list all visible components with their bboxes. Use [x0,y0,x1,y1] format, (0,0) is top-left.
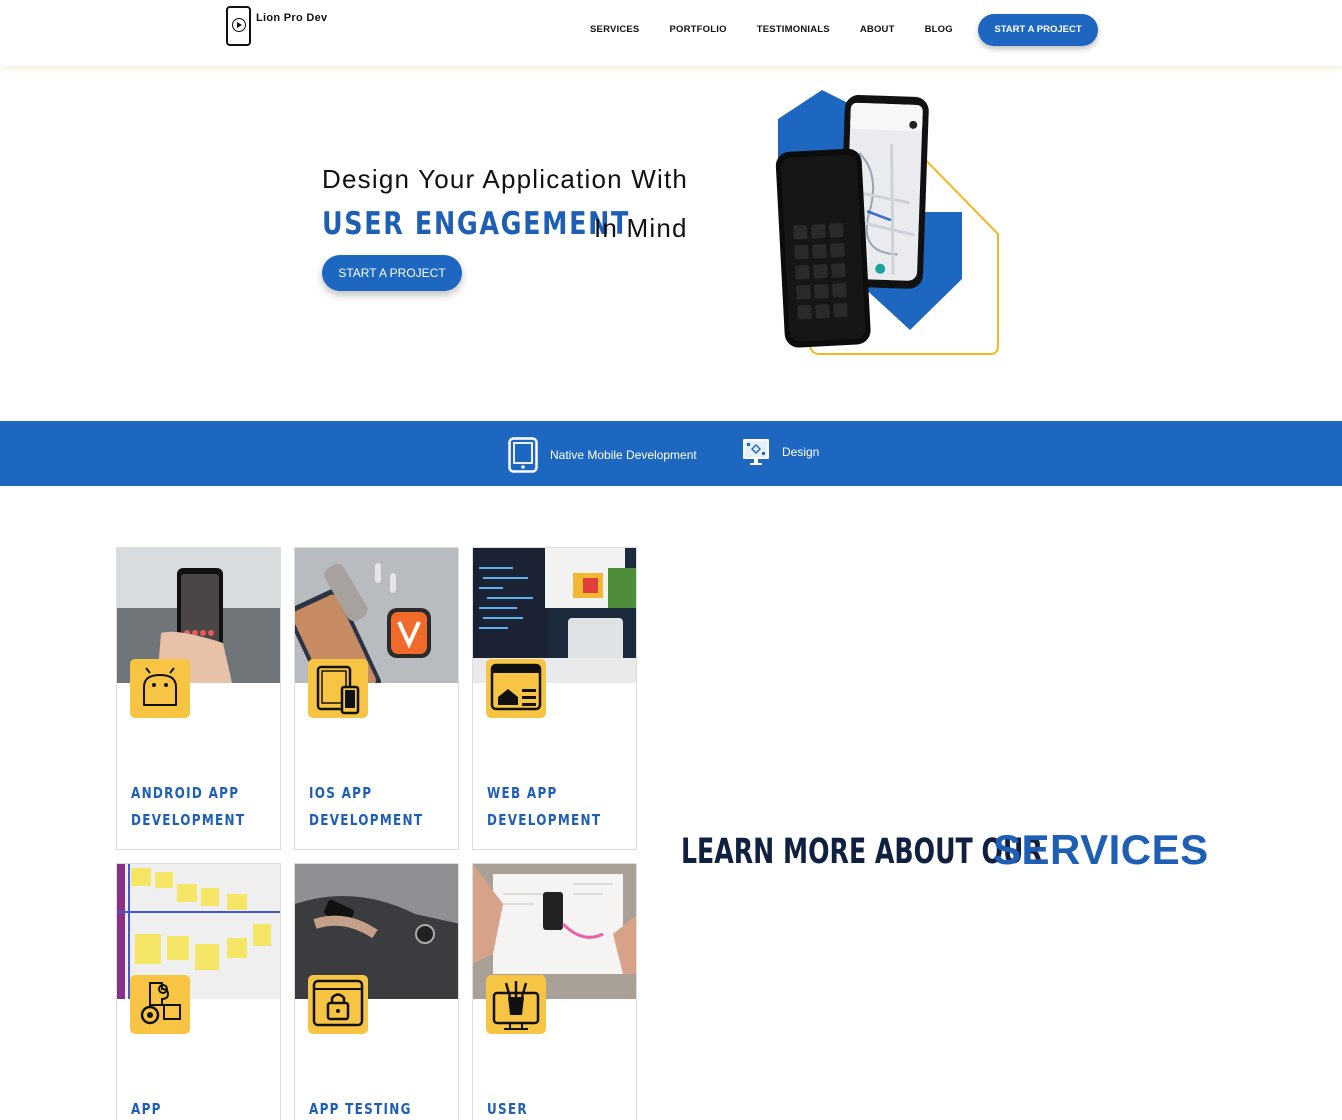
nav-portfolio[interactable]: PORTFOLIO [669,24,726,35]
service-card-testing[interactable]: APP TESTING [294,863,459,1120]
ios-devices-icon [308,659,368,718]
band-item-native-mobile[interactable]: Native Mobile Development [508,437,697,473]
brand-logo[interactable]: Lion Pro Dev [226,6,327,46]
band-item-label: Native Mobile Development [550,448,697,462]
service-card-android[interactable]: ANDROID APP DEVELOPMENT [116,547,281,850]
nav-about[interactable]: ABOUT [860,24,895,35]
hero-heading: Design Your Application With [322,164,689,194]
hero-subheading: USER ENGAGEMENT In Mind [322,206,698,243]
service-card-web[interactable]: WEB APP DEVELOPMENT [472,547,637,850]
brand-name: Lion Pro Dev [256,12,328,24]
hero-start-project-button[interactable]: START A PROJECT [322,255,462,291]
nav-services[interactable]: SERVICES [590,24,639,35]
service-card-ux[interactable]: USER EXPERIENCE [472,863,637,1120]
card-title: ANDROID APP DEVELOPMENT [131,784,246,829]
feature-band: Native Mobile Development Design [0,421,1342,486]
main-nav: SERVICES PORTFOLIO TESTIMONIALS ABOUT BL… [590,24,983,35]
card-title: APP TESTING [309,1100,412,1118]
card-title: IOS APP DEVELOPMENT [309,784,424,829]
tablet-icon [508,437,538,473]
nav-testimonials[interactable]: TESTIMONIALS [757,24,830,35]
nav-blog[interactable]: BLOG [925,24,953,35]
card-title: APP STRATEGY [131,1100,162,1118]
band-item-design[interactable]: Design [742,437,819,467]
learn-more-highlight: SERVICES [993,826,1209,873]
learn-more-prefix: LEARN MORE ABOUT OUR [681,832,1043,872]
design-tools-icon [486,975,546,1034]
web-app-icon [486,659,546,718]
card-title: USER EXPERIENCE [487,1100,528,1118]
service-card-strategy[interactable]: APP STRATEGY [116,863,281,1120]
hero-rest-text: In Mind [594,213,688,243]
android-icon [130,659,190,718]
service-card-ios[interactable]: IOS APP DEVELOPMENT [294,547,459,850]
learn-more-heading: LEARN MORE ABOUT OUR SERVICES [681,826,1208,873]
site-header: Lion Pro Dev SERVICES PORTFOLIO TESTIMON… [0,0,1342,66]
header-start-project-button[interactable]: START A PROJECT [978,14,1098,46]
card-title: WEB APP DEVELOPMENT [487,784,602,829]
hero-phones-illustration [775,90,999,355]
hero-accent-text: USER ENGAGEMENT [322,206,631,242]
strategy-puzzle-icon [130,975,190,1034]
testing-lock-icon [308,975,368,1034]
band-item-label: Design [782,445,820,459]
phone-play-icon [226,6,251,46]
design-monitor-icon [743,439,769,465]
